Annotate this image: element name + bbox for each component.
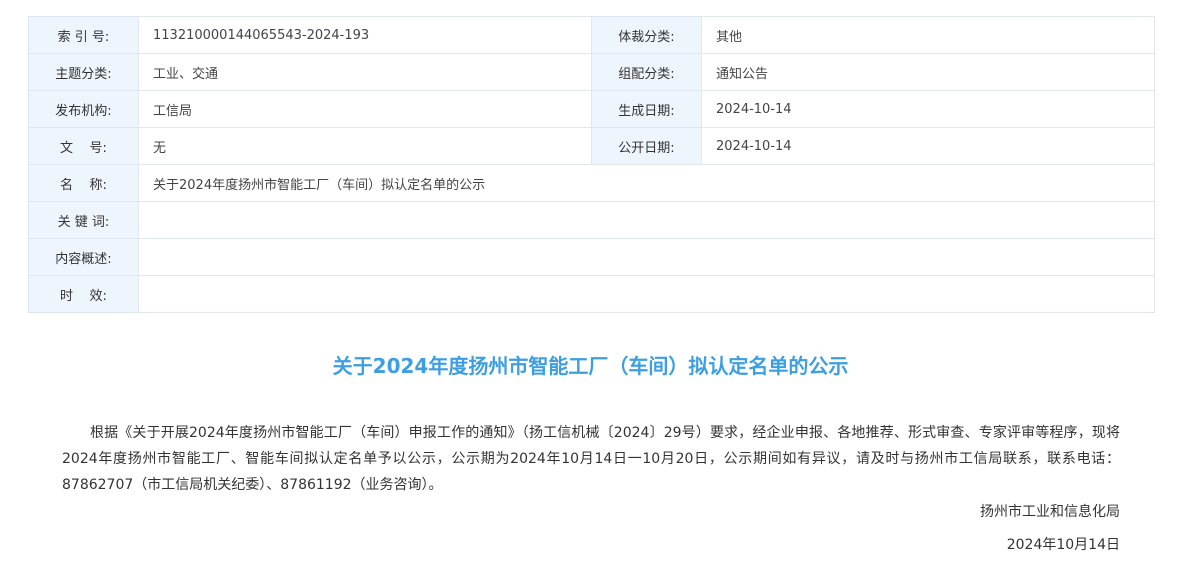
meta-row-keywords: 关 键 词: [28, 201, 1155, 239]
publisher-value: 工信局 [138, 90, 592, 128]
summary-label: 内容概述: [28, 238, 139, 276]
meta-row-publisher: 发布机构: 工信局 生成日期: 2024-10-14 [28, 90, 1155, 128]
genre-value: 其他 [701, 16, 1155, 54]
index-value: 113210000144065543-2024-193 [138, 16, 592, 54]
name-value: 关于2024年度扬州市智能工厂（车间）拟认定名单的公示 [138, 164, 1155, 202]
meta-row-index: 索 引 号: 113210000144065543-2024-193 体裁分类:… [28, 16, 1155, 54]
article-signature: 扬州市工业和信息化局 [980, 504, 1120, 520]
publisher-label: 发布机构: [28, 90, 139, 128]
meta-row-validity: 时 效: [28, 275, 1155, 313]
public-value: 2024-10-14 [701, 127, 1155, 165]
docno-label: 文 号: [28, 127, 139, 165]
validity-label: 时 效: [28, 275, 139, 313]
created-label: 生成日期: [591, 90, 702, 128]
name-label: 名 称: [28, 164, 139, 202]
genre-label: 体裁分类: [591, 16, 702, 54]
created-value: 2024-10-14 [701, 90, 1155, 128]
validity-value [138, 275, 1155, 313]
meta-row-summary: 内容概述: [28, 238, 1155, 276]
keywords-value [138, 201, 1155, 239]
public-label: 公开日期: [591, 127, 702, 165]
topic-label: 主题分类: [28, 53, 139, 91]
document-meta-table: 索 引 号: 113210000144065543-2024-193 体裁分类:… [28, 16, 1155, 313]
keywords-label: 关 键 词: [28, 201, 139, 239]
meta-row-topic: 主题分类: 工业、交通 组配分类: 通知公告 [28, 53, 1155, 91]
article-body: 根据《关于开展2024年度扬州市智能工厂（车间）申报工作的通知》（扬工信机械〔2… [62, 425, 1120, 493]
topic-value: 工业、交通 [138, 53, 592, 91]
assign-value: 通知公告 [701, 53, 1155, 91]
article-date: 2024年10月14日 [1006, 537, 1120, 553]
summary-value [138, 238, 1155, 276]
meta-row-docno: 文 号: 无 公开日期: 2024-10-14 [28, 127, 1155, 165]
docno-value: 无 [138, 127, 592, 165]
assign-label: 组配分类: [591, 53, 702, 91]
article-title: 关于2024年度扬州市智能工厂（车间）拟认定名单的公示 [332, 354, 849, 378]
meta-row-name: 名 称: 关于2024年度扬州市智能工厂（车间）拟认定名单的公示 [28, 164, 1155, 202]
index-label: 索 引 号: [28, 16, 139, 54]
